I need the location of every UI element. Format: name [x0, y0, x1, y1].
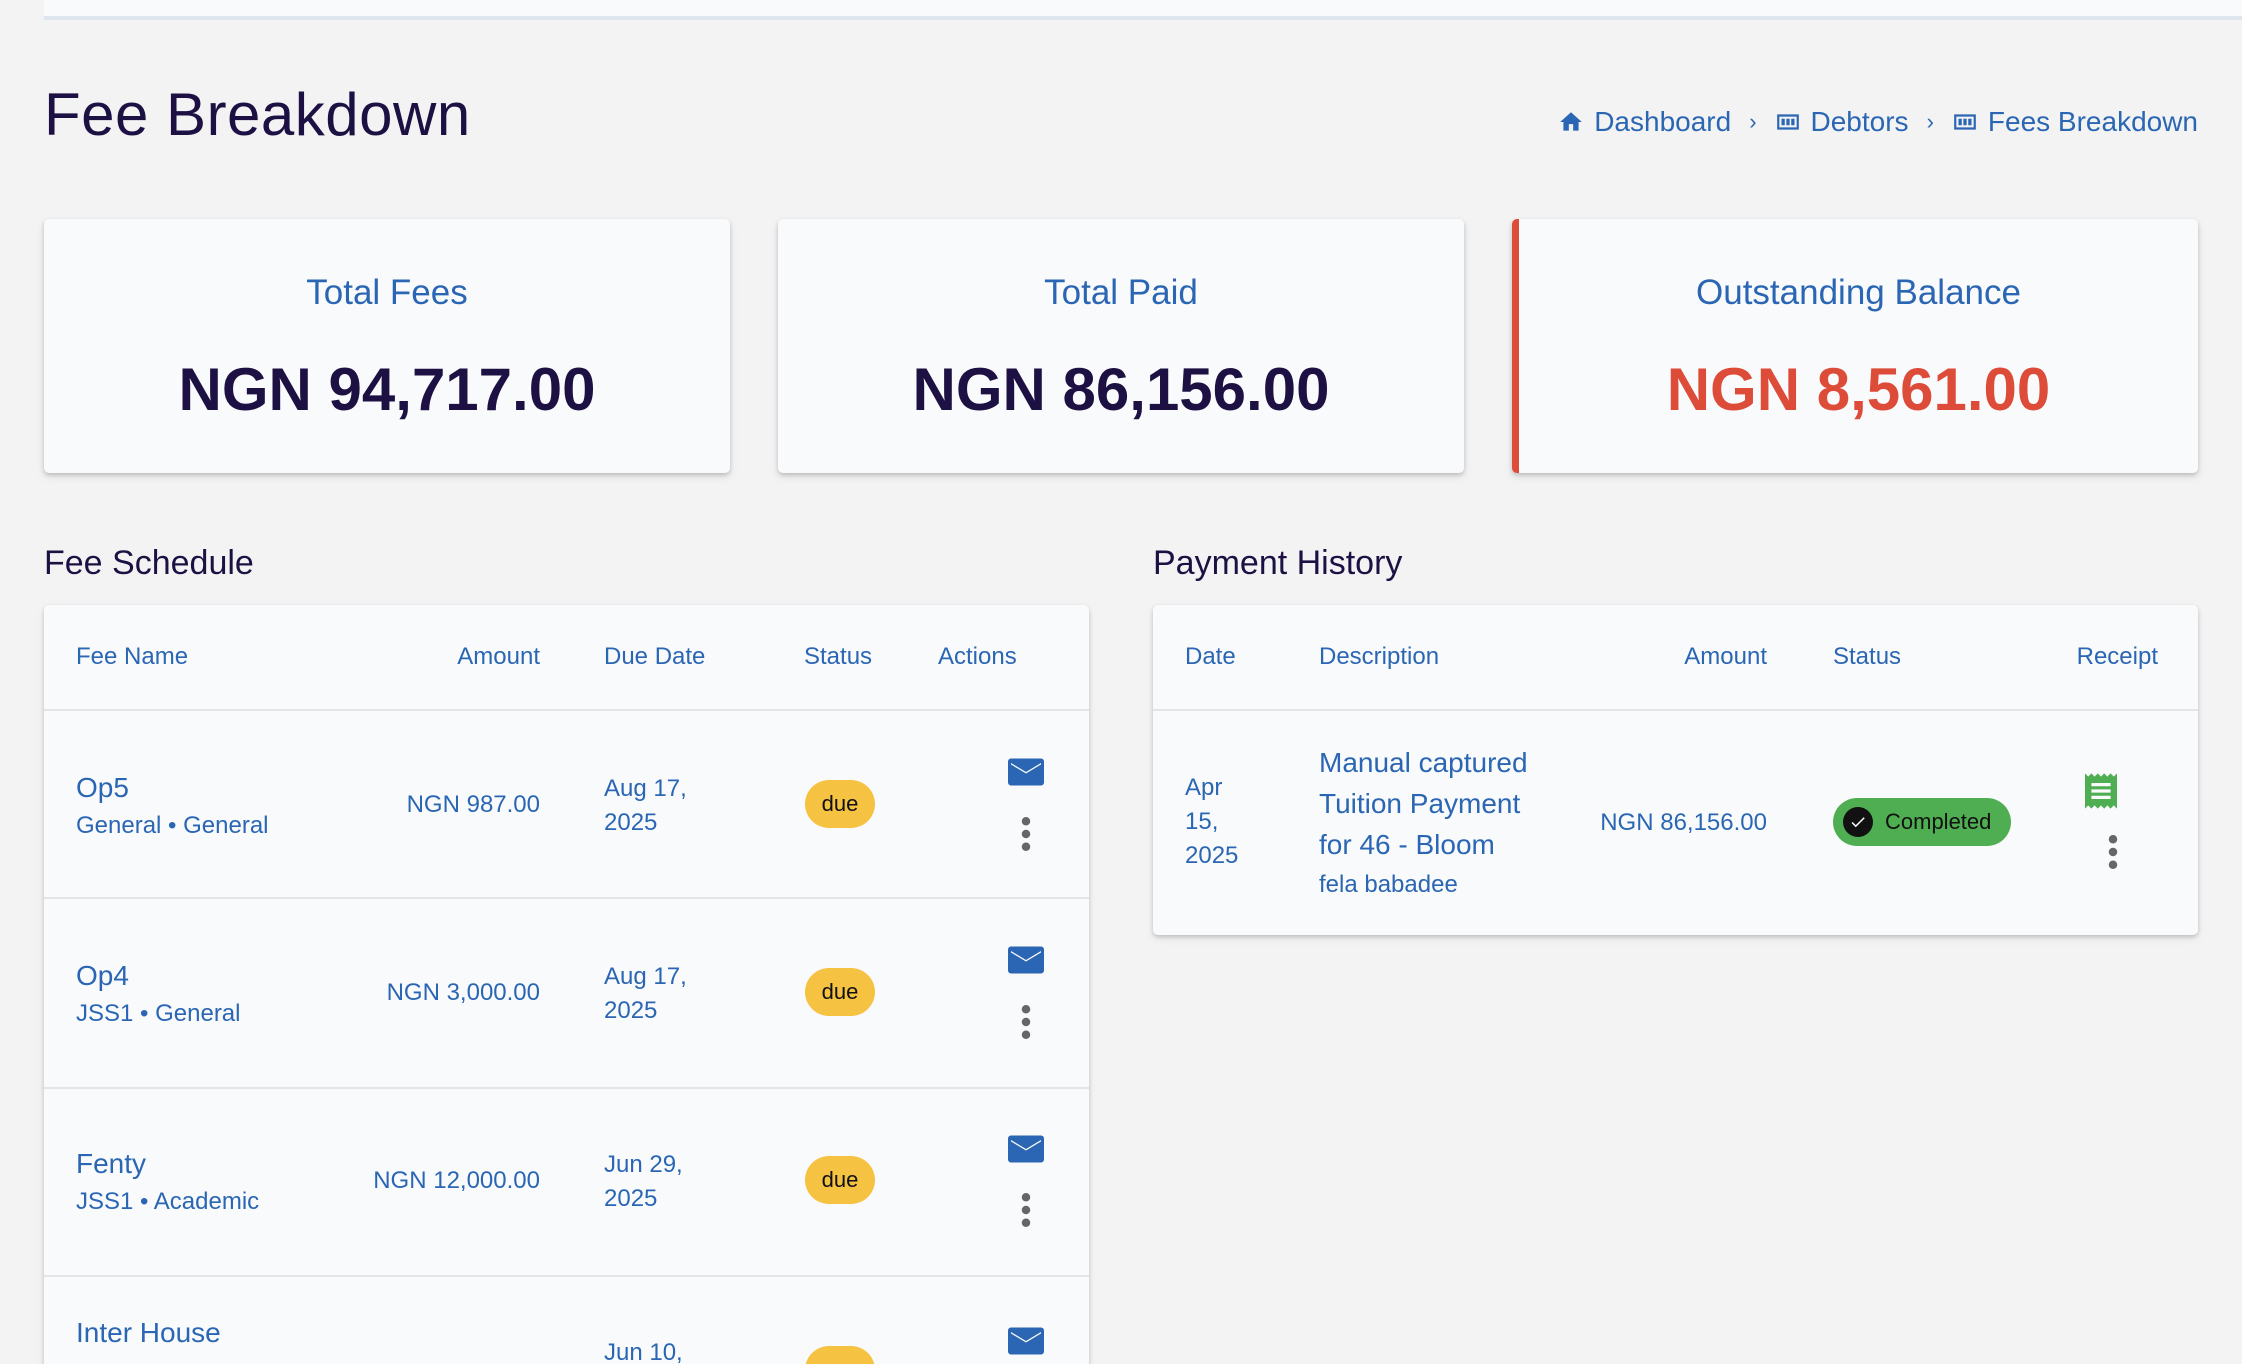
home-icon [1560, 112, 1583, 131]
fee-due-date-line2: 2025 [604, 1185, 658, 1212]
fee-schedule-table: Fee Name Amount Due Date Status Actions … [44, 605, 1089, 1364]
payment-date-line2: 15, [1185, 808, 1219, 835]
column-header-fee-name[interactable]: Fee Name [76, 643, 188, 671]
breadcrumb-label: Dashboard [1594, 106, 1732, 137]
more-actions-button[interactable] [1020, 817, 1032, 856]
more-actions-button[interactable] [1020, 1005, 1032, 1044]
fee-name[interactable]: Fenty [76, 1148, 146, 1180]
grid-icon [1776, 114, 1799, 130]
divider [44, 1275, 1089, 1277]
receipt-icon [2085, 773, 2117, 809]
divider [1153, 709, 2198, 711]
fee-amount: NGN 987.00 [406, 791, 540, 818]
breadcrumb-fees-breakdown[interactable]: Fees Breakdown [1952, 106, 2198, 138]
card-value: NGN 8,561.00 [1666, 356, 2051, 423]
column-header-due-date[interactable]: Due Date [604, 643, 705, 671]
status-badge: due [805, 1156, 875, 1204]
more-vert-icon [1021, 1193, 1031, 1227]
payment-description-line2: Tuition Payment [1319, 788, 1521, 819]
send-reminder-button[interactable] [1008, 1135, 1044, 1168]
column-header-status[interactable]: Status [1833, 643, 1901, 671]
outstanding-balance-card: Outstanding Balance NGN 8,561.00 [1512, 219, 2198, 473]
mail-icon [1008, 1135, 1044, 1163]
fee-due-date-line1: Aug 17, [604, 963, 687, 990]
fee-due-date-line1: Jun 29, [604, 1151, 683, 1178]
fee-due-date-line1: Jun 10, [604, 1339, 683, 1364]
card-label: Total Paid [1044, 273, 1198, 312]
grid-icon [1954, 114, 1976, 130]
status-badge [805, 1346, 875, 1364]
mail-icon [1008, 758, 1044, 786]
breadcrumb-label: Debtors [1810, 106, 1909, 137]
breadcrumb: Dashboard › Debtors › Fees Breakdown [1558, 106, 2198, 138]
page-title: Fee Breakdown [44, 81, 471, 148]
fee-amount: NGN 12,000.00 [373, 1167, 540, 1194]
column-header-amount[interactable]: Amount [457, 643, 540, 671]
fee-category: JSS1 • General [76, 1000, 241, 1027]
view-receipt-button[interactable] [2085, 773, 2117, 814]
column-header-receipt: Receipt [2076, 643, 2158, 670]
payment-history-table: Date Description Amount Status Receipt A… [1153, 605, 2198, 935]
fee-schedule-title: Fee Schedule [44, 544, 254, 582]
card-label: Outstanding Balance [1696, 273, 2021, 312]
chevron-right-icon: › [1749, 109, 1757, 134]
more-vert-icon [1021, 1005, 1031, 1039]
status-badge: due [805, 780, 875, 828]
payment-description-line3: for 46 - Bloom [1319, 829, 1495, 860]
more-actions-button[interactable] [1020, 1193, 1032, 1232]
breadcrumb-debtors[interactable]: Debtors [1775, 106, 1909, 138]
fee-due-date-line1: Aug 17, [604, 775, 687, 802]
status-badge: Completed [1833, 798, 2011, 846]
fee-amount: NGN 3,000.00 [386, 979, 540, 1006]
card-value: NGN 86,156.00 [912, 356, 1330, 423]
chevron-right-icon: › [1926, 109, 1934, 134]
total-paid-card: Total Paid NGN 86,156.00 [778, 219, 1464, 473]
more-actions-button[interactable] [2107, 835, 2119, 874]
payment-date-line3: 2025 [1185, 842, 1239, 869]
status-badge: due [805, 968, 875, 1016]
check-circle-icon [1843, 807, 1873, 837]
payment-date-line1: Apr [1185, 774, 1223, 801]
more-vert-icon [2108, 835, 2118, 869]
send-reminder-button[interactable] [1008, 1327, 1044, 1360]
column-header-description[interactable]: Description [1319, 643, 1439, 671]
payer-name: fela babadee [1319, 871, 1458, 898]
card-value: NGN 94,717.00 [178, 356, 596, 423]
column-header-amount[interactable]: Amount [1684, 643, 1767, 671]
divider [44, 1087, 1089, 1089]
payment-amount: NGN 86,156.00 [1600, 809, 1767, 836]
fee-category: General • General [76, 812, 269, 839]
breadcrumb-dashboard[interactable]: Dashboard [1558, 106, 1731, 138]
send-reminder-button[interactable] [1008, 758, 1044, 791]
more-vert-icon [1021, 817, 1031, 851]
card-label: Total Fees [306, 273, 468, 312]
total-fees-card: Total Fees NGN 94,717.00 [44, 219, 730, 473]
fee-category: JSS1 • Academic [76, 1188, 260, 1215]
column-header-date[interactable]: Date [1185, 643, 1236, 671]
status-label: Completed [1885, 809, 1992, 834]
send-reminder-button[interactable] [1008, 946, 1044, 979]
fee-name[interactable]: Op5 [76, 772, 129, 804]
fee-due-date-line2: 2025 [604, 809, 658, 836]
payment-history-title: Payment History [1153, 544, 1403, 582]
breadcrumb-label: Fees Breakdown [1987, 106, 2198, 137]
divider [44, 897, 1089, 899]
fee-name[interactable]: Inter House [76, 1317, 221, 1349]
fee-name[interactable]: Op4 [76, 960, 129, 992]
divider [44, 709, 1089, 711]
fee-due-date-line2: 2025 [604, 997, 658, 1024]
mail-icon [1008, 946, 1044, 974]
mail-icon [1008, 1327, 1044, 1355]
top-app-bar [44, 0, 2242, 20]
column-header-status[interactable]: Status [804, 643, 872, 671]
payment-description-line1: Manual captured [1319, 747, 1528, 778]
column-header-actions: Actions [938, 643, 1017, 670]
